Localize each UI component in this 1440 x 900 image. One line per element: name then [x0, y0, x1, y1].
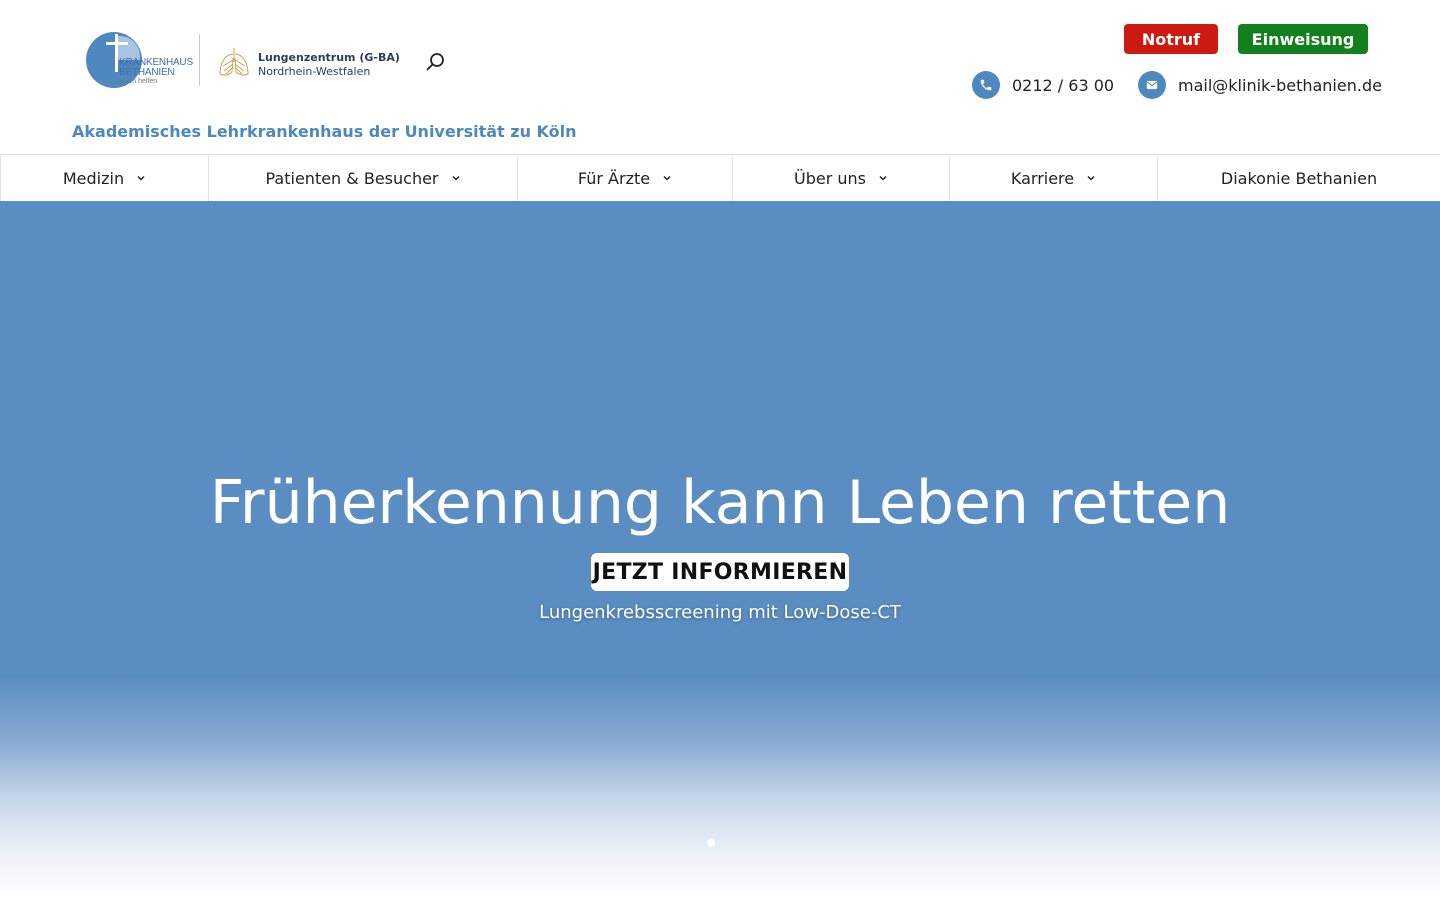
logo-cross-icon: [115, 34, 118, 72]
nav-item-patienten-besucher[interactable]: Patienten & Besucher: [208, 155, 517, 201]
nav-item-ueber-uns[interactable]: Über uns: [732, 155, 949, 201]
nav-item-label: Medizin: [62, 168, 125, 188]
search-button[interactable]: [424, 50, 448, 74]
hero-subtitle: Lungenkrebsscreening mit Low-Dose-CT: [539, 602, 901, 623]
logo-cross-bar: [106, 42, 128, 45]
search-icon: [426, 53, 444, 71]
nav-item-medizin[interactable]: Medizin: [0, 155, 208, 201]
email-contact-link[interactable]: mail@klinik-bethanien.de: [1138, 71, 1382, 99]
main-navigation: Medizin Patienten & Besucher Für Ärzte Ü…: [0, 154, 1440, 201]
chevron-down-icon: [451, 173, 461, 183]
chevron-down-icon: [136, 173, 146, 183]
phone-number: 0212 / 63 00: [1012, 75, 1115, 95]
nav-item-label: Für Ärzte: [577, 168, 651, 188]
chevron-down-icon: [878, 173, 888, 183]
nav-item-label: Über uns: [794, 168, 866, 188]
nav-item-label: Diakonie Bethanien: [1220, 168, 1378, 188]
phone-icon: [972, 71, 1000, 99]
krankenhaus-bethanien-logo[interactable]: KRANKENHAUS BETHANIEN leben helfen: [86, 32, 193, 90]
einweisung-button[interactable]: Einweisung: [1238, 24, 1368, 54]
lung-icon: [219, 48, 249, 76]
nav-item-label: Karriere: [1010, 168, 1075, 188]
nav-item-label: Patienten & Besucher: [265, 168, 439, 188]
nav-item-fuer-aerzte[interactable]: Für Ärzte: [517, 155, 732, 201]
jetzt-informieren-button[interactable]: JETZT INFORMIEREN: [591, 553, 849, 591]
chevron-down-icon: [1086, 173, 1096, 183]
hero-slider: Früherkennung kann Leben retten JETZT IN…: [0, 201, 1440, 900]
hero-title: Früherkennung kann Leben retten: [209, 468, 1231, 538]
notruf-button[interactable]: Notruf: [1124, 24, 1218, 54]
phone-contact-link[interactable]: 0212 / 63 00: [972, 71, 1114, 99]
logo-text-bethanien: BETHANIEN: [119, 67, 175, 78]
slider-dot-active[interactable]: [707, 839, 715, 847]
nav-item-diakonie-bethanien[interactable]: Diakonie Bethanien: [1157, 155, 1440, 201]
mail-icon: [1138, 71, 1166, 99]
nav-item-karriere[interactable]: Karriere: [949, 155, 1157, 201]
logo-divider: [199, 34, 200, 86]
site-header: KRANKENHAUS BETHANIEN leben helfen Lunge…: [0, 0, 1440, 155]
lungenzentrum-region: Nordrhein-Westfalen: [258, 65, 371, 78]
logo-tagline: leben helfen: [119, 78, 158, 85]
lungenzentrum-title: Lungenzentrum (G-BA): [258, 51, 400, 64]
lungenzentrum-logo[interactable]: Lungenzentrum (G-BA) Nordrhein-Westfalen: [216, 44, 400, 80]
chevron-down-icon: [662, 173, 672, 183]
academic-subline: Akademisches Lehrkrankenhaus der Univers…: [72, 122, 577, 141]
email-address: mail@klinik-bethanien.de: [1178, 75, 1382, 95]
